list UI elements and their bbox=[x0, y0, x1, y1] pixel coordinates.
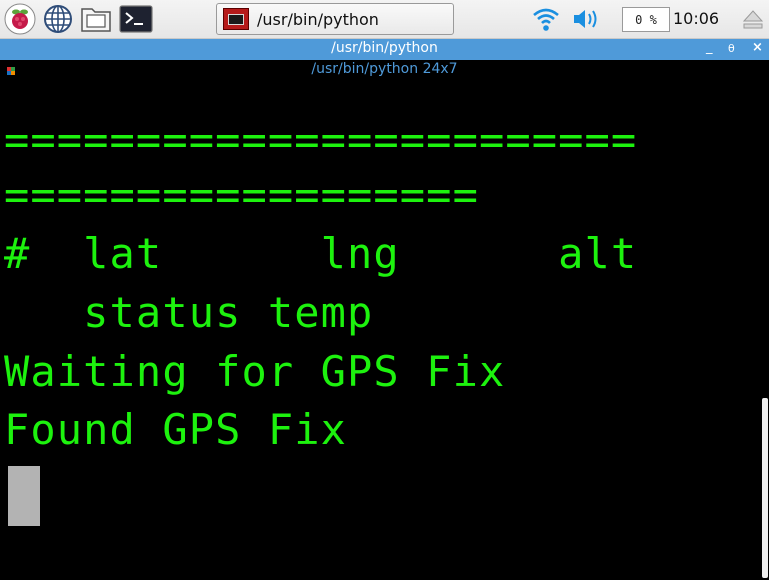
scrollbar-thumb[interactable] bbox=[762, 398, 768, 578]
terminal-icon[interactable] bbox=[118, 3, 154, 35]
terminal-output[interactable]: ======================== ===============… bbox=[0, 80, 760, 580]
volume-icon[interactable] bbox=[570, 3, 602, 35]
close-button[interactable]: × bbox=[752, 40, 763, 55]
taskbar: /usr/bin/python 0 % 10:06 bbox=[0, 0, 769, 39]
terminal-line: status temp bbox=[4, 288, 374, 337]
terminal-line: ======================== bbox=[4, 115, 638, 164]
taskbar-window-button[interactable]: /usr/bin/python bbox=[216, 3, 454, 35]
maximize-button[interactable]: θ bbox=[728, 42, 735, 55]
web-browser-globe-icon[interactable] bbox=[42, 3, 74, 35]
terminal-line: Found GPS Fix bbox=[4, 405, 348, 454]
file-manager-folder-icon[interactable] bbox=[80, 3, 112, 35]
eject-icon[interactable] bbox=[741, 8, 765, 30]
terminal-scrollbar[interactable] bbox=[761, 80, 769, 580]
terminal-header: /usr/bin/python 24x7 bbox=[0, 60, 769, 80]
raspberry-menu-icon[interactable] bbox=[4, 3, 36, 35]
taskbar-window-label: /usr/bin/python bbox=[257, 9, 379, 29]
window-titlebar[interactable]: /usr/bin/python _ θ × bbox=[0, 39, 769, 60]
text-cursor bbox=[8, 466, 40, 526]
terminal-line: Waiting for GPS Fix bbox=[4, 347, 506, 396]
wifi-icon[interactable] bbox=[530, 3, 562, 35]
terminal-app-icon bbox=[223, 8, 249, 30]
window-title: /usr/bin/python bbox=[331, 40, 438, 56]
clock[interactable]: 10:06 bbox=[673, 9, 719, 28]
cpu-usage-monitor[interactable]: 0 % bbox=[622, 7, 670, 32]
terminal-line: # lat lng alt bbox=[4, 229, 638, 278]
minimize-button[interactable]: _ bbox=[706, 40, 713, 55]
terminal-subtitle: /usr/bin/python 24x7 bbox=[311, 61, 458, 77]
terminal-line: ================== bbox=[4, 170, 479, 219]
